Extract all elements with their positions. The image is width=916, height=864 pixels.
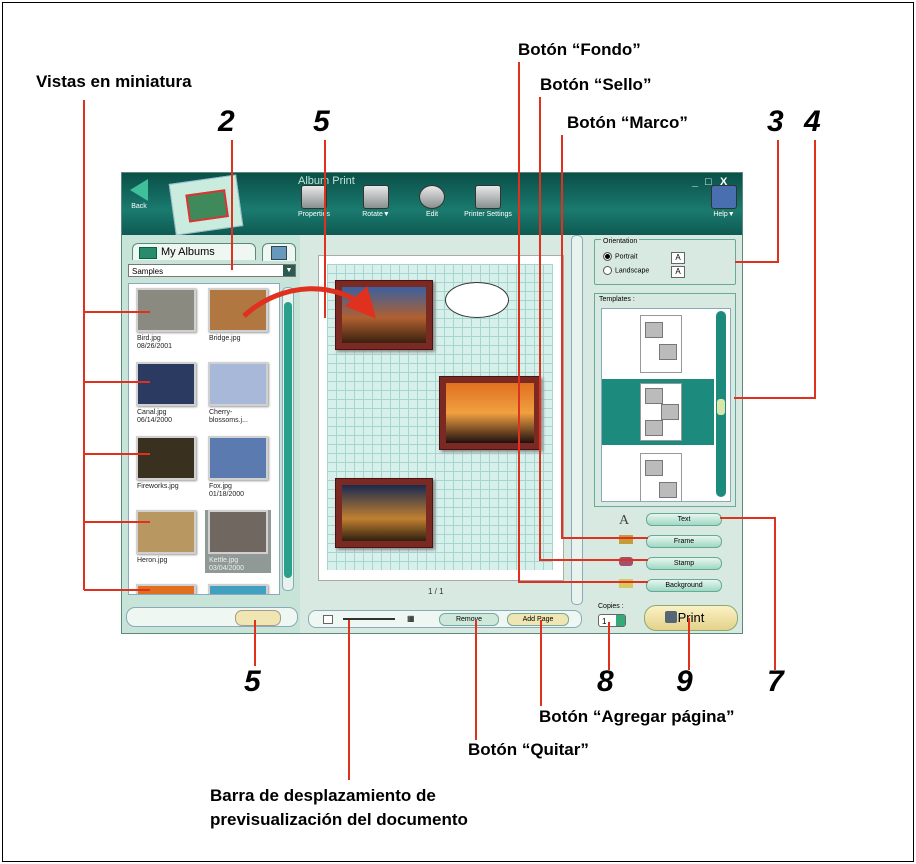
callout-lines [83,62,816,780]
